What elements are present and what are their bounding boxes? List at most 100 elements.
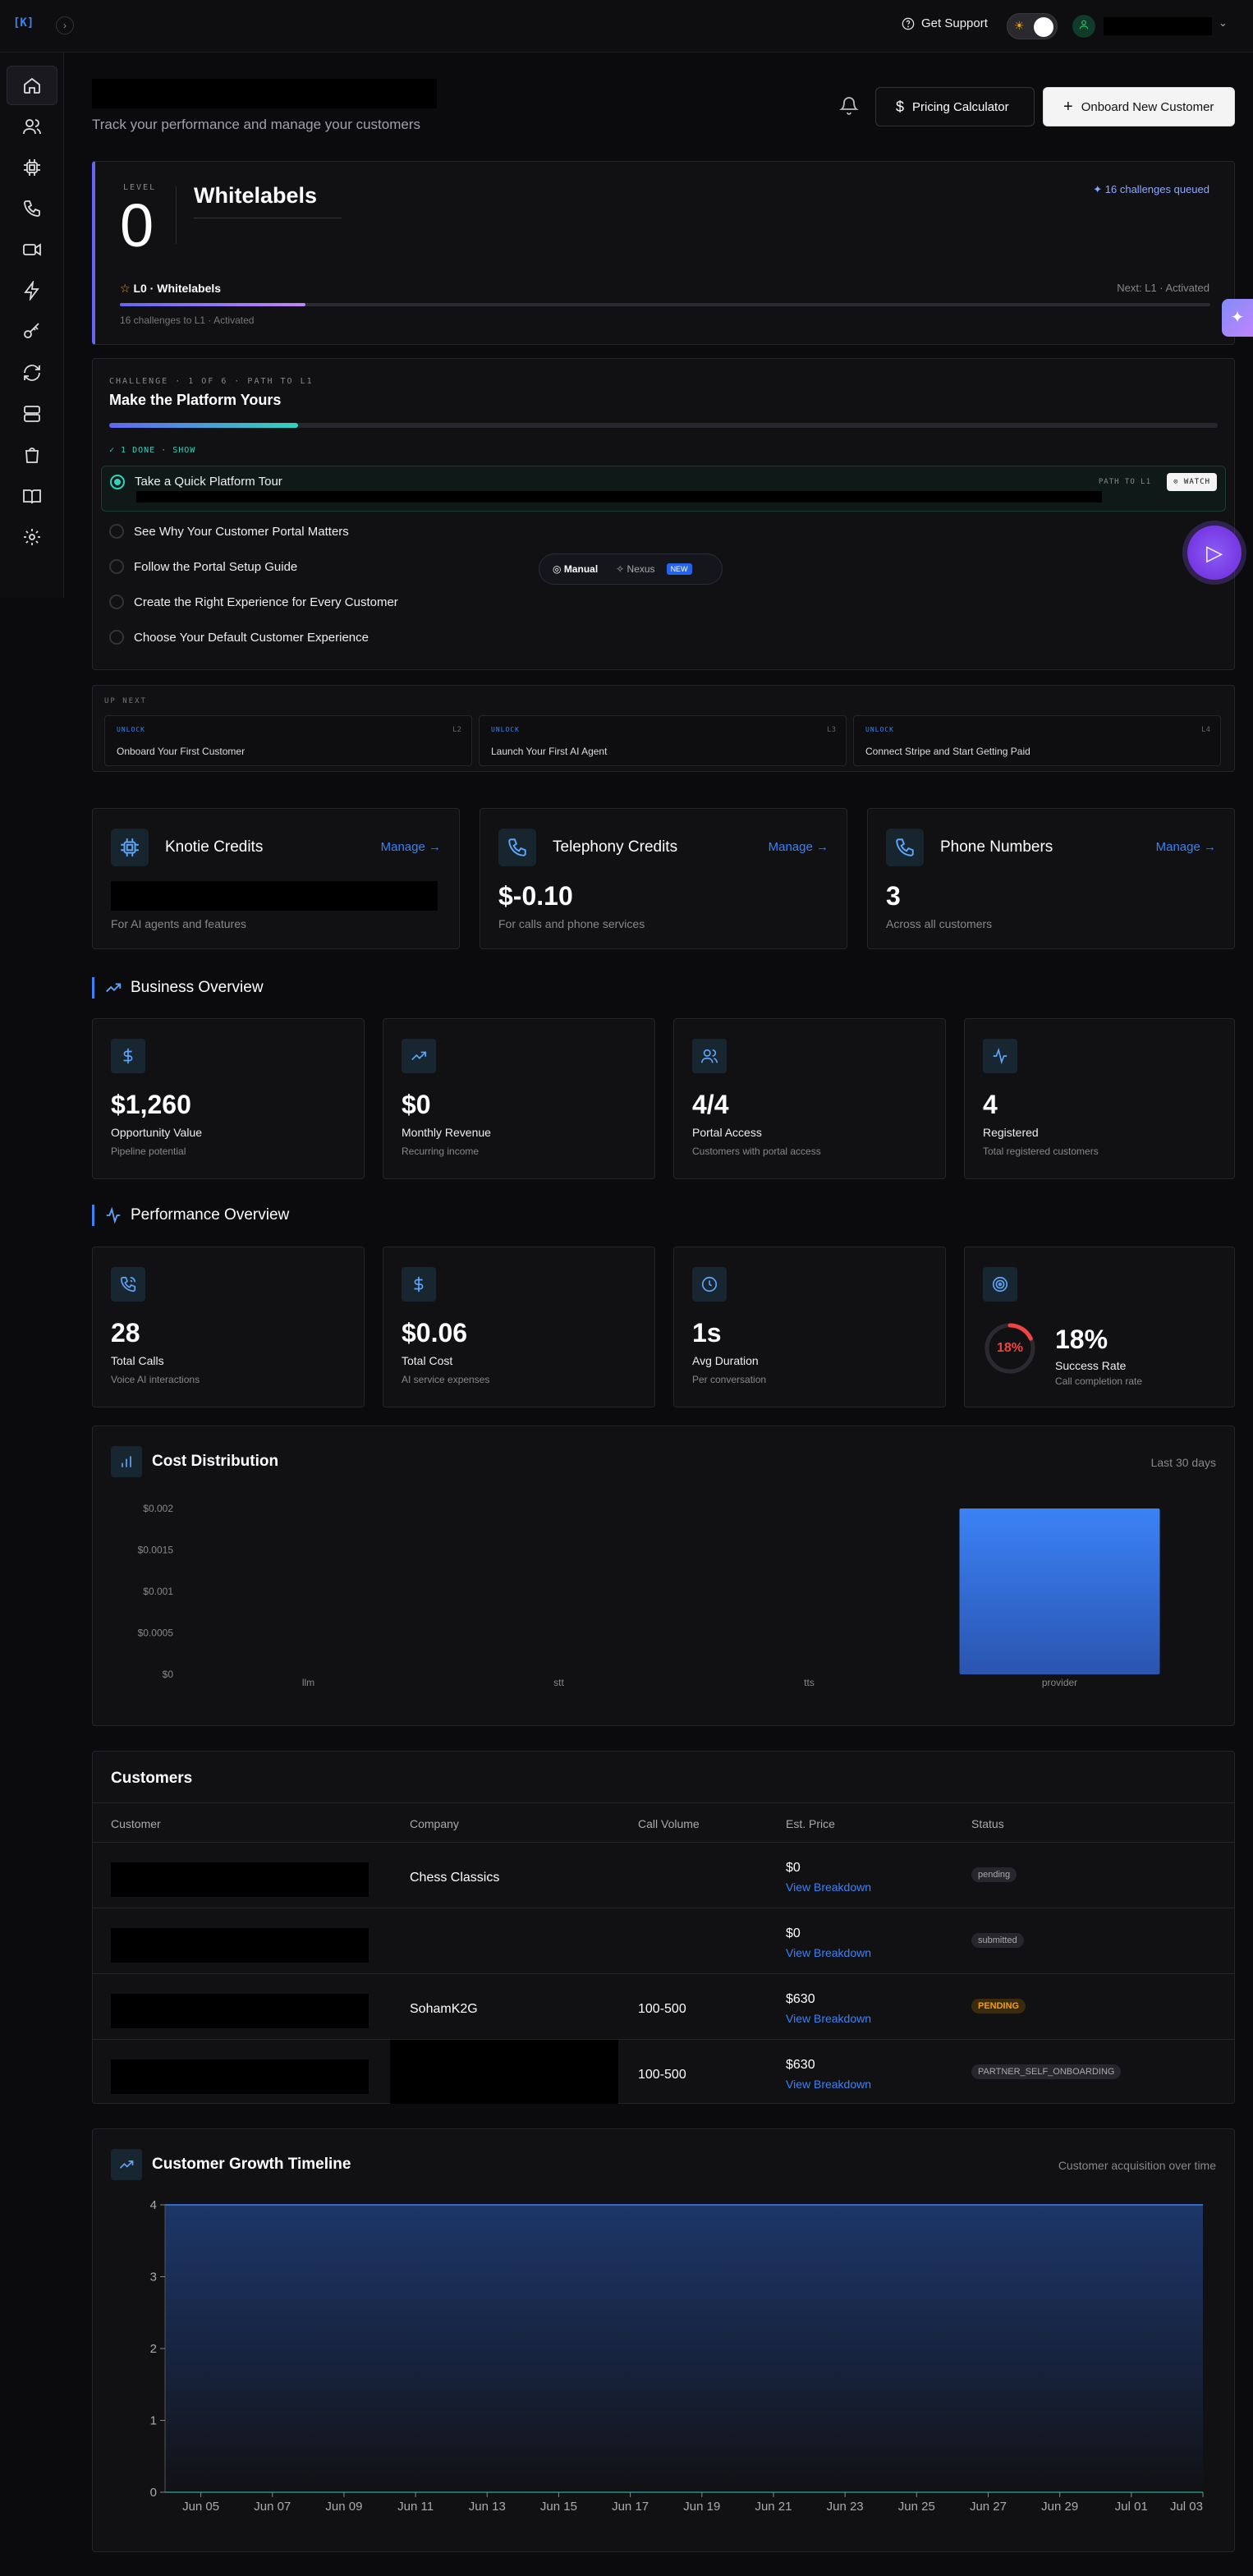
ai-assistant-tab[interactable]: ✦ <box>1222 299 1253 337</box>
column-header[interactable]: Est. Price <box>786 1817 835 1830</box>
mode-toggle[interactable]: ◎ Manual ✧ Nexus NEW <box>539 553 723 585</box>
stat-sub: Customers with portal access <box>692 1146 821 1157</box>
challenge-item-4[interactable]: Create the Right Experience for Every Cu… <box>109 585 1219 618</box>
challenge-item-2[interactable]: See Why Your Customer Portal Matters <box>109 515 1219 548</box>
sidebar-item-automations[interactable] <box>7 271 57 310</box>
status-badge: PARTNER_SELF_ONBOARDING <box>971 2064 1122 2079</box>
pricing-calculator-button[interactable]: $ Pricing Calculator <box>875 87 1035 126</box>
notification-bell-icon[interactable] <box>839 95 859 115</box>
challenge-item-1[interactable]: Take a Quick Platform Tour PATH TO L1 ⊙ … <box>101 466 1226 512</box>
up-next-item-1[interactable]: UNLOCK L2 Onboard Your First Customer <box>104 715 472 766</box>
user-avatar-icon[interactable] <box>1072 15 1095 38</box>
level-tag: L2 <box>452 726 461 734</box>
up-next-item-2[interactable]: UNLOCK L3 Launch Your First AI Agent <box>479 715 847 766</box>
est-price: $630 <box>786 2058 815 2072</box>
customer-name-redacted <box>111 2059 369 2094</box>
x-tick-label: Jun 19 <box>683 2500 720 2514</box>
level-subtext: 16 challenges to L1 · Activated <box>120 315 255 326</box>
get-support-button[interactable]: Get Support <box>902 16 988 30</box>
challenge-radio-2[interactable] <box>109 524 124 539</box>
ring-value: 18% <box>996 1341 1024 1355</box>
customers-title: Customers <box>111 1770 193 1787</box>
column-header[interactable]: Company <box>410 1817 459 1830</box>
sidebar-item-video[interactable] <box>7 230 57 269</box>
plus-icon: + <box>1063 97 1073 116</box>
challenge-radio-4[interactable] <box>109 595 124 609</box>
stat-sub: Pipeline potential <box>111 1146 186 1157</box>
shopping-bag-icon <box>25 448 39 463</box>
stat-monthly-revenue: $0 Monthly Revenue Recurring income <box>383 1018 655 1179</box>
status-badge: PENDING <box>971 1999 1026 2014</box>
activity-icon <box>983 1039 1017 1073</box>
app-logo[interactable]: [K] <box>13 16 39 36</box>
column-header[interactable]: Customer <box>111 1817 161 1830</box>
stat-total-calls: 28 Total Calls Voice AI interactions <box>92 1247 365 1407</box>
challenge-progress-fill <box>109 423 298 428</box>
level-title: Whitelabels <box>194 183 318 208</box>
dollar-icon <box>111 1039 145 1073</box>
play-circle-icon: ⊙ <box>1173 478 1184 486</box>
sidebar-item-customers[interactable] <box>7 107 57 146</box>
up-next-item-3[interactable]: UNLOCK L4 Connect Stripe and Start Getti… <box>853 715 1221 766</box>
challenge-radio-3[interactable] <box>109 559 124 574</box>
est-price: $630 <box>786 1992 815 2006</box>
stat-value: 4 <box>983 1090 998 1119</box>
challenge-card: CHALLENGE · 1 OF 6 · PATH TO L1 Make the… <box>92 358 1235 670</box>
sidebar-item-home[interactable] <box>7 66 57 105</box>
cpu-icon <box>111 829 149 866</box>
sidebar-item-sync[interactable] <box>7 353 57 393</box>
sun-icon: ☀ <box>1014 19 1025 32</box>
credit-value-redacted <box>111 881 438 911</box>
challenge-item-label: Take a Quick Platform Tour <box>135 475 282 489</box>
sidebar-item-servers[interactable] <box>7 394 57 434</box>
manage-link[interactable]: Manage → <box>1156 840 1216 854</box>
y-tick-label: 3 <box>150 2271 157 2284</box>
view-breakdown-link[interactable]: View Breakdown <box>786 1946 871 1959</box>
sidebar-item-marketplace[interactable] <box>7 435 57 475</box>
challenge-done-toggle[interactable]: ✓ 1 DONE · SHOW <box>109 446 195 455</box>
table-row[interactable]: SohamK2G 100-500 $630 View Breakdown PEN… <box>93 1973 1234 2039</box>
stat-value: $1,260 <box>111 1090 191 1119</box>
sidebar-collapse-button[interactable]: › <box>56 16 74 34</box>
stat-label: Total Calls <box>111 1354 164 1367</box>
manage-link[interactable]: Manage → <box>381 840 441 854</box>
theme-toggle[interactable]: ☀ <box>1007 13 1058 39</box>
table-row[interactable]: $0 View Breakdown submitted <box>93 1908 1234 1973</box>
credit-value: 3 <box>886 881 901 911</box>
username-redacted[interactable] <box>1104 17 1212 35</box>
clock-icon <box>692 1267 727 1302</box>
x-tick-label: Jun 21 <box>755 2500 792 2514</box>
manage-link[interactable]: Manage → <box>769 840 828 854</box>
watch-button[interactable]: ⊙ WATCH <box>1167 473 1217 491</box>
table-row[interactable]: 100-500 $630 View Breakdown PARTNER_SELF… <box>93 2039 1234 2105</box>
onboard-new-customer-button[interactable]: + Onboard New Customer <box>1043 87 1235 126</box>
stat-portal-access: 4/4 Portal Access Customers with portal … <box>673 1018 946 1179</box>
mode-manual[interactable]: ◎ Manual <box>546 563 604 575</box>
view-breakdown-link[interactable]: View Breakdown <box>786 1880 871 1894</box>
customer-growth-sub: Customer acquisition over time <box>1058 2159 1216 2172</box>
challenge-radio-1[interactable] <box>110 475 125 489</box>
path-tag: PATH TO L1 <box>1098 478 1151 486</box>
view-breakdown-link[interactable]: View Breakdown <box>786 2012 871 2025</box>
play-button[interactable]: ▷ <box>1187 526 1242 580</box>
mode-nexus[interactable]: ✧ Nexus <box>616 563 654 575</box>
stat-value: 1s <box>692 1318 722 1348</box>
stat-sub: Total registered customers <box>983 1146 1099 1157</box>
column-header[interactable]: Call Volume <box>638 1817 700 1830</box>
sidebar-item-calls[interactable] <box>7 189 57 228</box>
table-row[interactable]: Chess Classics $0 View Breakdown pending <box>93 1842 1234 1908</box>
view-breakdown-link[interactable]: View Breakdown <box>786 2078 871 2091</box>
sidebar-item-docs[interactable] <box>7 476 57 516</box>
sidebar-item-settings[interactable] <box>7 517 57 557</box>
sidebar-item-keys[interactable] <box>7 312 57 351</box>
y-tick-label: 1 <box>150 2414 157 2428</box>
challenge-label: CHALLENGE · 1 OF 6 · PATH TO L1 <box>109 377 314 386</box>
challenges-queued[interactable]: ✦ 16 challenges queued <box>1093 183 1209 196</box>
column-header[interactable]: Status <box>971 1817 1004 1830</box>
sidebar-item-agents[interactable] <box>7 148 57 187</box>
chevron-down-icon[interactable]: ⌄ <box>1219 16 1228 30</box>
level-divider <box>176 186 177 244</box>
challenge-item-5[interactable]: Choose Your Default Customer Experience <box>109 621 1219 654</box>
x-tick-label: Jun 17 <box>612 2500 649 2514</box>
challenge-radio-5[interactable] <box>109 630 124 645</box>
